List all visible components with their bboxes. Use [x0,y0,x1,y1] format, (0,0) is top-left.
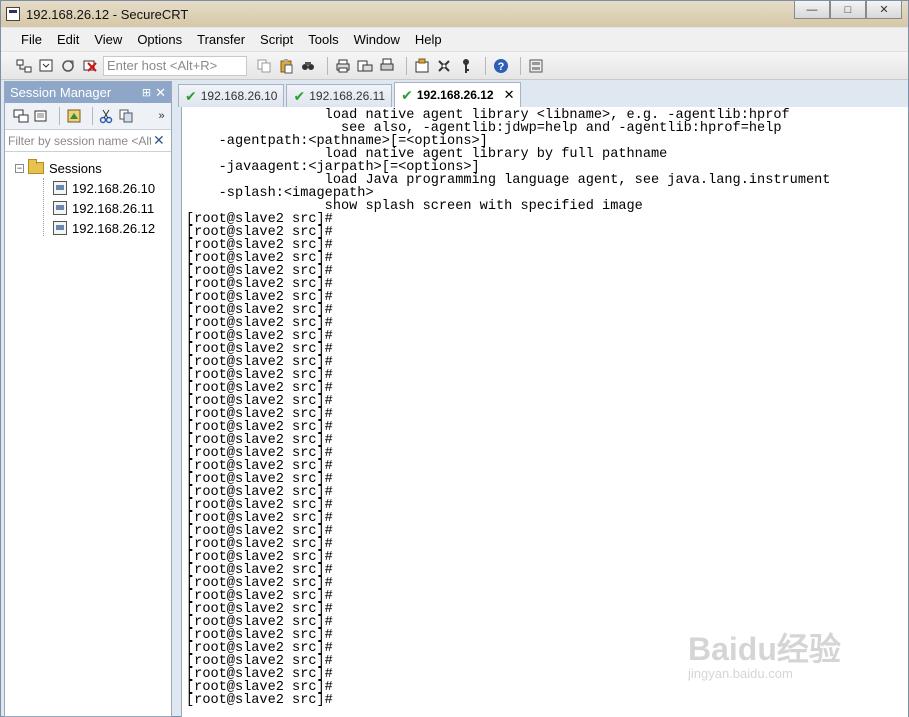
folder-icon [28,159,44,174]
main-toolbar: ? [1,52,908,80]
toolbar-separator [520,56,521,75]
disconnect-icon[interactable] [81,57,99,75]
tab-label: 192.168.26.10 [200,89,278,103]
menu-edit[interactable]: Edit [49,29,86,50]
paste-icon[interactable] [277,57,295,75]
close-panel-icon[interactable]: ✕ [155,85,166,101]
menu-script[interactable]: Script [252,29,300,50]
menu-view[interactable]: View [86,29,129,50]
toolbar-separator [406,56,407,75]
window-controls: — □ ✕ [794,1,902,19]
session-tabs: ✔ 192.168.26.10 ✔ 192.168.26.11 ✔ 192.16… [175,81,908,107]
svg-text:?: ? [498,61,505,73]
new-session-icon[interactable] [13,107,29,125]
overflow-chevron-icon[interactable]: » [156,107,167,125]
print-setup-icon[interactable] [356,57,374,75]
tree-root-sessions[interactable]: − Sessions [5,158,171,178]
tab-label: 192.168.26.12 [416,88,494,102]
terminal-output[interactable]: load native agent library <libname>, e.g… [181,107,908,717]
print-icon[interactable] [334,57,352,75]
session-item[interactable]: 192.168.26.11 [5,198,171,218]
connected-check-icon: ✔ [401,86,413,103]
securecrt-app-icon [6,7,20,21]
new-folder-icon[interactable] [33,107,49,125]
find-icon[interactable] [299,57,317,75]
toolbar-separator [59,107,60,125]
global-options-icon[interactable] [435,57,453,75]
pin-icon[interactable]: ⊞ [142,86,151,99]
session-manager-title: Session Manager [10,85,112,100]
session-item[interactable]: 192.168.26.10 [5,178,171,198]
keymap-icon[interactable] [527,57,545,75]
terminal-line: [root@slave2 src]# [186,693,333,708]
session-icon [53,201,67,215]
session-filter-input[interactable] [5,133,151,148]
session-manager-panel: Session Manager ⊞ ✕ » Filter by session … [4,81,172,717]
copy-icon[interactable] [255,57,273,75]
tab-label: 192.168.26.11 [309,89,386,103]
menu-file[interactable]: File [13,29,49,50]
quick-connect-icon[interactable] [37,57,55,75]
reconnect-icon[interactable] [59,57,77,75]
session-manager-header: Session Manager ⊞ ✕ [5,82,171,103]
tab-session-1[interactable]: ✔ 192.168.26.10 [178,84,285,107]
host-input[interactable] [103,55,247,76]
session-manager-toolbar: » [5,103,171,130]
session-tree: − Sessions 192.168.26.10 192.168.26.11 1… [5,152,171,238]
session-label: 192.168.26.12 [72,220,156,236]
securecrt-window: 192.168.26.12 - SecureCRT — □ ✕ File Edi… [0,0,909,717]
toolbar-separator [327,56,328,75]
tree-root-label: Sessions [49,160,102,176]
menu-help[interactable]: Help [407,29,449,50]
key-icon[interactable] [457,57,475,75]
copy-session-icon[interactable] [118,107,134,125]
print-selection-icon[interactable] [378,57,396,75]
menu-bar: File Edit View Options Transfer Script T… [1,28,908,52]
help-icon[interactable]: ? [492,57,510,75]
session-options-icon[interactable] [413,57,431,75]
session-icon [53,221,67,235]
clear-filter-icon[interactable]: ✕ [153,132,165,149]
menu-transfer[interactable]: Transfer [189,29,252,50]
session-label: 192.168.26.11 [72,200,155,216]
session-label: 192.168.26.10 [72,180,156,196]
close-tab-icon[interactable]: ✕ [504,87,515,103]
properties-icon[interactable] [66,107,82,125]
menu-window[interactable]: Window [346,29,407,50]
tab-session-2[interactable]: ✔ 192.168.26.11 [286,84,393,107]
connected-check-icon: ✔ [185,87,197,104]
session-icon [53,181,67,195]
toolbar-separator [485,56,486,75]
toolbar-separator [91,107,93,125]
maximize-button[interactable]: □ [830,1,866,19]
menu-options[interactable]: Options [129,29,189,50]
title-bar: 192.168.26.12 - SecureCRT — □ ✕ [1,1,908,27]
session-filter: ✕ [5,130,171,152]
collapse-toggle-icon[interactable]: − [15,163,24,173]
session-item[interactable]: 192.168.26.12 [5,218,171,238]
connected-check-icon: ✔ [293,87,306,104]
close-window-button[interactable]: ✕ [866,1,902,19]
tab-session-3[interactable]: ✔ 192.168.26.12 ✕ [394,82,522,107]
minimize-button[interactable]: — [794,1,830,19]
menu-tools[interactable]: Tools [300,29,345,50]
window-title: 192.168.26.12 - SecureCRT [26,6,189,22]
connect-icon[interactable] [15,57,33,75]
cut-icon[interactable] [98,107,114,125]
